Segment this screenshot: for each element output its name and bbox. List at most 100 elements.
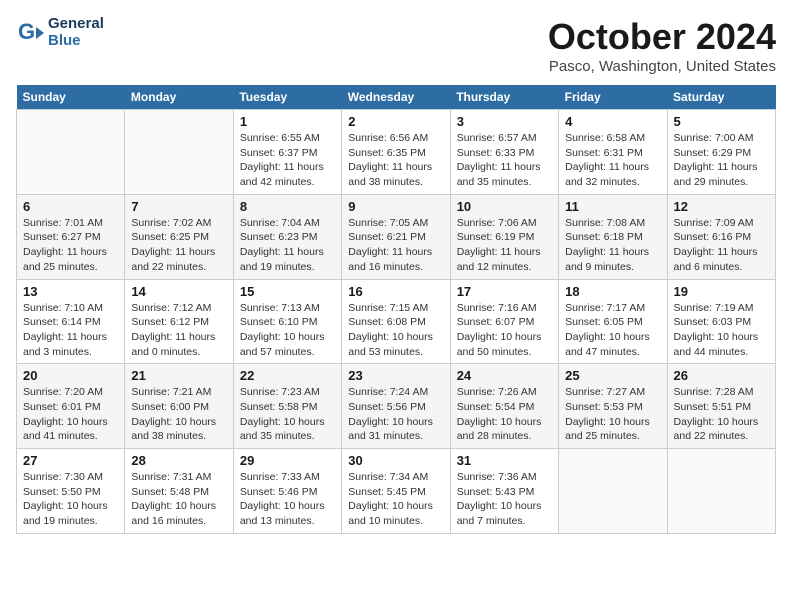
day-cell xyxy=(17,110,125,195)
weekday-thursday: Thursday xyxy=(450,85,558,110)
day-info: Sunrise: 7:12 AMSunset: 6:12 PMDaylight:… xyxy=(131,301,226,360)
day-number: 2 xyxy=(348,114,443,129)
day-info: Sunrise: 7:30 AMSunset: 5:50 PMDaylight:… xyxy=(23,470,118,529)
logo-line1: General xyxy=(48,16,104,33)
logo-line2: Blue xyxy=(48,33,104,50)
day-number: 22 xyxy=(240,368,335,383)
day-number: 13 xyxy=(23,284,118,299)
day-number: 17 xyxy=(457,284,552,299)
day-cell: 4Sunrise: 6:58 AMSunset: 6:31 PMDaylight… xyxy=(559,110,667,195)
day-cell: 6Sunrise: 7:01 AMSunset: 6:27 PMDaylight… xyxy=(17,194,125,279)
weekday-sunday: Sunday xyxy=(17,85,125,110)
day-number: 25 xyxy=(565,368,660,383)
day-info: Sunrise: 7:28 AMSunset: 5:51 PMDaylight:… xyxy=(674,385,769,444)
day-number: 23 xyxy=(348,368,443,383)
day-number: 30 xyxy=(348,453,443,468)
day-number: 14 xyxy=(131,284,226,299)
day-info: Sunrise: 6:57 AMSunset: 6:33 PMDaylight:… xyxy=(457,131,552,190)
day-info: Sunrise: 7:01 AMSunset: 6:27 PMDaylight:… xyxy=(23,216,118,275)
day-cell: 10Sunrise: 7:06 AMSunset: 6:19 PMDayligh… xyxy=(450,194,558,279)
week-row-3: 20Sunrise: 7:20 AMSunset: 6:01 PMDayligh… xyxy=(17,364,776,449)
day-cell: 2Sunrise: 6:56 AMSunset: 6:35 PMDaylight… xyxy=(342,110,450,195)
week-row-0: 1Sunrise: 6:55 AMSunset: 6:37 PMDaylight… xyxy=(17,110,776,195)
day-cell xyxy=(667,449,775,534)
day-info: Sunrise: 7:10 AMSunset: 6:14 PMDaylight:… xyxy=(23,301,118,360)
day-info: Sunrise: 7:23 AMSunset: 5:58 PMDaylight:… xyxy=(240,385,335,444)
weekday-tuesday: Tuesday xyxy=(233,85,341,110)
day-cell: 5 Sunrise: 7:00 AMSunset: 6:29 PMDaylight… xyxy=(667,110,775,195)
day-cell: 24 Sunrise: 7:26 AMSunset: 5:54 PMDayligh… xyxy=(450,364,558,449)
day-info: Sunrise: 6:58 AMSunset: 6:31 PMDaylight:… xyxy=(565,131,660,190)
weekday-wednesday: Wednesday xyxy=(342,85,450,110)
day-cell: 26 Sunrise: 7:28 AMSunset: 5:51 PMDayligh… xyxy=(667,364,775,449)
day-cell: 20Sunrise: 7:20 AMSunset: 6:01 PMDayligh… xyxy=(17,364,125,449)
day-cell: 3 Sunrise: 6:57 AMSunset: 6:33 PMDaylight… xyxy=(450,110,558,195)
day-info: Sunrise: 7:36 AMSunset: 5:43 PMDaylight:… xyxy=(457,470,552,529)
day-number: 21 xyxy=(131,368,226,383)
day-number: 20 xyxy=(23,368,118,383)
day-cell: 8 Sunrise: 7:04 AMSunset: 6:23 PMDaylight… xyxy=(233,194,341,279)
day-cell: 21Sunrise: 7:21 AMSunset: 6:00 PMDayligh… xyxy=(125,364,233,449)
day-number: 8 xyxy=(240,199,335,214)
day-info: Sunrise: 7:00 AMSunset: 6:29 PMDaylight:… xyxy=(674,131,769,190)
week-row-4: 27 Sunrise: 7:30 AMSunset: 5:50 PMDayligh… xyxy=(17,449,776,534)
logo-icon: G xyxy=(16,19,44,47)
day-cell: 11 Sunrise: 7:08 AMSunset: 6:18 PMDayligh… xyxy=(559,194,667,279)
location: Pasco, Washington, United States xyxy=(548,58,776,75)
day-number: 19 xyxy=(674,284,769,299)
day-cell: 19 Sunrise: 7:19 AMSunset: 6:03 PMDayligh… xyxy=(667,279,775,364)
day-info: Sunrise: 6:55 AMSunset: 6:37 PMDaylight:… xyxy=(240,131,335,190)
day-cell: 14 Sunrise: 7:12 AMSunset: 6:12 PMDayligh… xyxy=(125,279,233,364)
day-info: Sunrise: 7:17 AMSunset: 6:05 PMDaylight:… xyxy=(565,301,660,360)
day-number: 27 xyxy=(23,453,118,468)
day-cell: 9 Sunrise: 7:05 AMSunset: 6:21 PMDaylight… xyxy=(342,194,450,279)
day-number: 24 xyxy=(457,368,552,383)
day-info: Sunrise: 7:34 AMSunset: 5:45 PMDaylight:… xyxy=(348,470,443,529)
day-info: Sunrise: 7:05 AMSunset: 6:21 PMDaylight:… xyxy=(348,216,443,275)
day-info: Sunrise: 7:04 AMSunset: 6:23 PMDaylight:… xyxy=(240,216,335,275)
day-number: 3 xyxy=(457,114,552,129)
weekday-saturday: Saturday xyxy=(667,85,775,110)
day-info: Sunrise: 7:31 AMSunset: 5:48 PMDaylight:… xyxy=(131,470,226,529)
day-number: 9 xyxy=(348,199,443,214)
day-info: Sunrise: 7:24 AMSunset: 5:56 PMDaylight:… xyxy=(348,385,443,444)
day-cell: 29 Sunrise: 7:33 AMSunset: 5:46 PMDayligh… xyxy=(233,449,341,534)
day-number: 5 xyxy=(674,114,769,129)
day-info: Sunrise: 7:08 AMSunset: 6:18 PMDaylight:… xyxy=(565,216,660,275)
day-info: Sunrise: 7:26 AMSunset: 5:54 PMDaylight:… xyxy=(457,385,552,444)
weekday-monday: Monday xyxy=(125,85,233,110)
day-cell xyxy=(559,449,667,534)
day-number: 29 xyxy=(240,453,335,468)
day-info: Sunrise: 7:16 AMSunset: 6:07 PMDaylight:… xyxy=(457,301,552,360)
day-cell: 7Sunrise: 7:02 AMSunset: 6:25 PMDaylight… xyxy=(125,194,233,279)
day-cell: 1Sunrise: 6:55 AMSunset: 6:37 PMDaylight… xyxy=(233,110,341,195)
day-cell xyxy=(125,110,233,195)
svg-text:G: G xyxy=(18,19,35,44)
day-number: 16 xyxy=(348,284,443,299)
day-cell: 23 Sunrise: 7:24 AMSunset: 5:56 PMDayligh… xyxy=(342,364,450,449)
day-number: 26 xyxy=(674,368,769,383)
day-cell: 17 Sunrise: 7:16 AMSunset: 6:07 PMDayligh… xyxy=(450,279,558,364)
day-cell: 31Sunrise: 7:36 AMSunset: 5:43 PMDayligh… xyxy=(450,449,558,534)
day-cell: 22 Sunrise: 7:23 AMSunset: 5:58 PMDayligh… xyxy=(233,364,341,449)
week-row-1: 6Sunrise: 7:01 AMSunset: 6:27 PMDaylight… xyxy=(17,194,776,279)
day-number: 10 xyxy=(457,199,552,214)
day-info: Sunrise: 7:27 AMSunset: 5:53 PMDaylight:… xyxy=(565,385,660,444)
calendar-body: 1Sunrise: 6:55 AMSunset: 6:37 PMDaylight… xyxy=(17,110,776,534)
day-cell: 16Sunrise: 7:15 AMSunset: 6:08 PMDayligh… xyxy=(342,279,450,364)
week-row-2: 13 Sunrise: 7:10 AMSunset: 6:14 PMDayligh… xyxy=(17,279,776,364)
day-info: Sunrise: 7:33 AMSunset: 5:46 PMDaylight:… xyxy=(240,470,335,529)
day-info: Sunrise: 7:13 AMSunset: 6:10 PMDaylight:… xyxy=(240,301,335,360)
day-cell: 25 Sunrise: 7:27 AMSunset: 5:53 PMDayligh… xyxy=(559,364,667,449)
day-info: Sunrise: 7:19 AMSunset: 6:03 PMDaylight:… xyxy=(674,301,769,360)
day-number: 18 xyxy=(565,284,660,299)
day-number: 15 xyxy=(240,284,335,299)
day-cell: 27 Sunrise: 7:30 AMSunset: 5:50 PMDayligh… xyxy=(17,449,125,534)
logo: G General Blue xyxy=(16,16,104,49)
day-number: 7 xyxy=(131,199,226,214)
day-number: 11 xyxy=(565,199,660,214)
weekday-friday: Friday xyxy=(559,85,667,110)
day-cell: 12Sunrise: 7:09 AMSunset: 6:16 PMDayligh… xyxy=(667,194,775,279)
day-cell: 13 Sunrise: 7:10 AMSunset: 6:14 PMDayligh… xyxy=(17,279,125,364)
month-title: October 2024 xyxy=(548,16,776,58)
